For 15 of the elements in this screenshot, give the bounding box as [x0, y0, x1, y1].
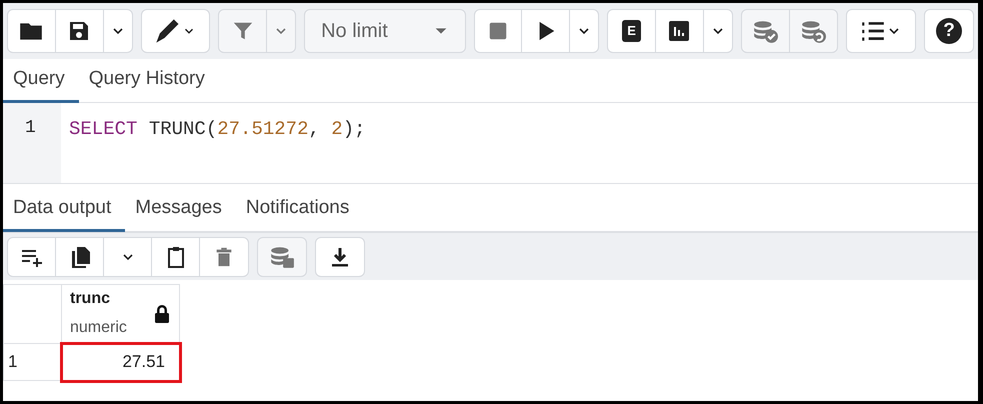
line-number: 1: [25, 117, 37, 140]
help-button[interactable]: ?: [925, 10, 973, 52]
column-name: trunc: [70, 289, 111, 309]
tab[interactable]: Notifications: [236, 188, 364, 232]
table-cell: 27.51: [62, 344, 180, 380]
bar-chart-icon: [667, 19, 692, 43]
row-number: 1: [4, 344, 62, 380]
filter-icon: [232, 20, 254, 42]
column-type: numeric: [70, 319, 127, 336]
code-line: SELECT TRUNC(27.51272, 2);: [69, 117, 366, 142]
explain-icon: E: [622, 20, 641, 42]
explain-button[interactable]: E: [608, 10, 656, 52]
tab[interactable]: Messages: [125, 188, 236, 232]
help-icon: ?: [936, 18, 962, 44]
tab[interactable]: Query History: [78, 59, 219, 103]
